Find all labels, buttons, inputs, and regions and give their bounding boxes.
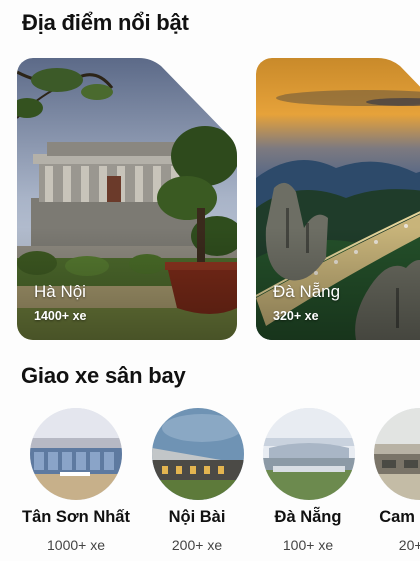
featured-locations-title: Địa điểm nổi bật [22, 10, 189, 35]
airport-name: Tân Sơn Nhất [22, 508, 130, 526]
airport-count: 1000+ xe [47, 537, 105, 553]
airport-photo [374, 408, 420, 500]
location-name: Hà Nội [34, 282, 86, 301]
airport-item-cam-ranh[interactable]: Cam Ranh 20+ xe [350, 408, 420, 558]
location-count: 320+ xe [273, 309, 319, 323]
airport-photo [152, 408, 244, 500]
location-name: Đà Nẵng [273, 282, 341, 301]
airport-photo [263, 408, 355, 500]
location-card-danang[interactable]: Đà Nẵng 320+ xe [256, 58, 420, 340]
airport-count: 20+ xe [398, 537, 420, 553]
screen: Địa điểm nổi bật Hà Nội 1400+ xe Đà Nẵng… [0, 0, 420, 561]
location-count: 1400+ xe [34, 309, 87, 323]
airport-delivery-title: Giao xe sân bay [21, 363, 186, 388]
airport-item-tan-son-nhat[interactable]: Tân Sơn Nhất 1000+ xe [6, 408, 146, 558]
airport-photo [30, 408, 122, 500]
airport-name: Cam Ranh [379, 508, 420, 526]
location-card-hanoi[interactable]: Hà Nội 1400+ xe [17, 58, 237, 340]
